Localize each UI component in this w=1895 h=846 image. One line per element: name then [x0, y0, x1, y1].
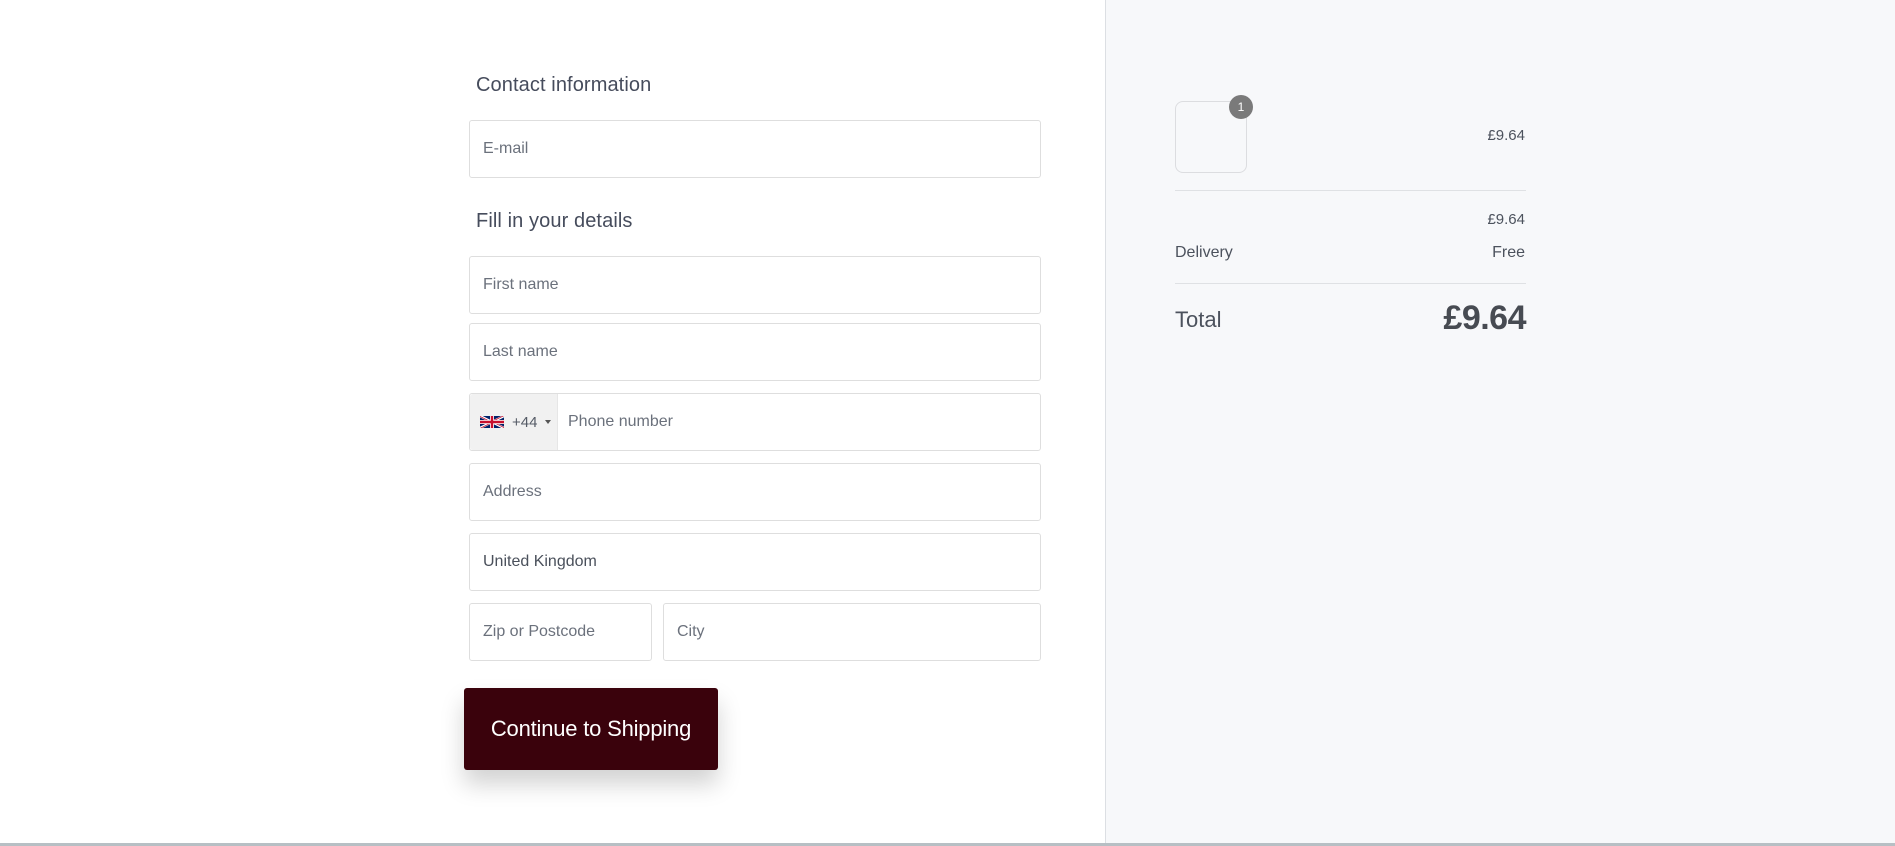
delivery-value: Free [1492, 244, 1525, 261]
city-field[interactable] [664, 604, 1040, 660]
total-value: £9.64 [1443, 299, 1526, 337]
address-wrapper [469, 463, 1041, 521]
city-wrapper [663, 603, 1041, 661]
total-label: Total [1175, 307, 1222, 332]
email-field[interactable] [470, 121, 1040, 177]
fill-details-heading: Fill in your details [476, 210, 633, 232]
contact-information-heading: Contact information [476, 74, 652, 96]
subtotal-value: £9.64 [1487, 211, 1525, 228]
delivery-label: Delivery [1175, 244, 1233, 261]
uk-flag-icon [480, 416, 504, 428]
phone-number-field[interactable] [558, 394, 1040, 450]
item-price: £9.64 [1487, 127, 1525, 144]
country-select[interactable]: United Kingdom [469, 533, 1041, 591]
country-code-selector[interactable]: +44 [470, 394, 558, 450]
first-name-field[interactable] [470, 257, 1040, 313]
quantity-badge: 1 [1229, 95, 1253, 119]
last-name-wrapper [469, 323, 1041, 381]
continue-to-shipping-button[interactable]: Continue to Shipping [464, 688, 718, 770]
postcode-wrapper [469, 603, 652, 661]
dial-code: +44 [512, 413, 538, 431]
email-field-wrapper [469, 120, 1041, 178]
checkout-form-panel: Contact information Fill in your details [0, 0, 1105, 843]
postcode-field[interactable] [470, 604, 651, 660]
address-field[interactable] [470, 464, 1040, 520]
first-name-wrapper [469, 256, 1041, 314]
last-name-field[interactable] [470, 324, 1040, 380]
summary-divider [1175, 283, 1526, 284]
country-value: United Kingdom [483, 553, 597, 570]
phone-field-wrapper: +44 [469, 393, 1041, 451]
summary-divider [1175, 190, 1526, 191]
caret-down-icon [545, 420, 552, 424]
